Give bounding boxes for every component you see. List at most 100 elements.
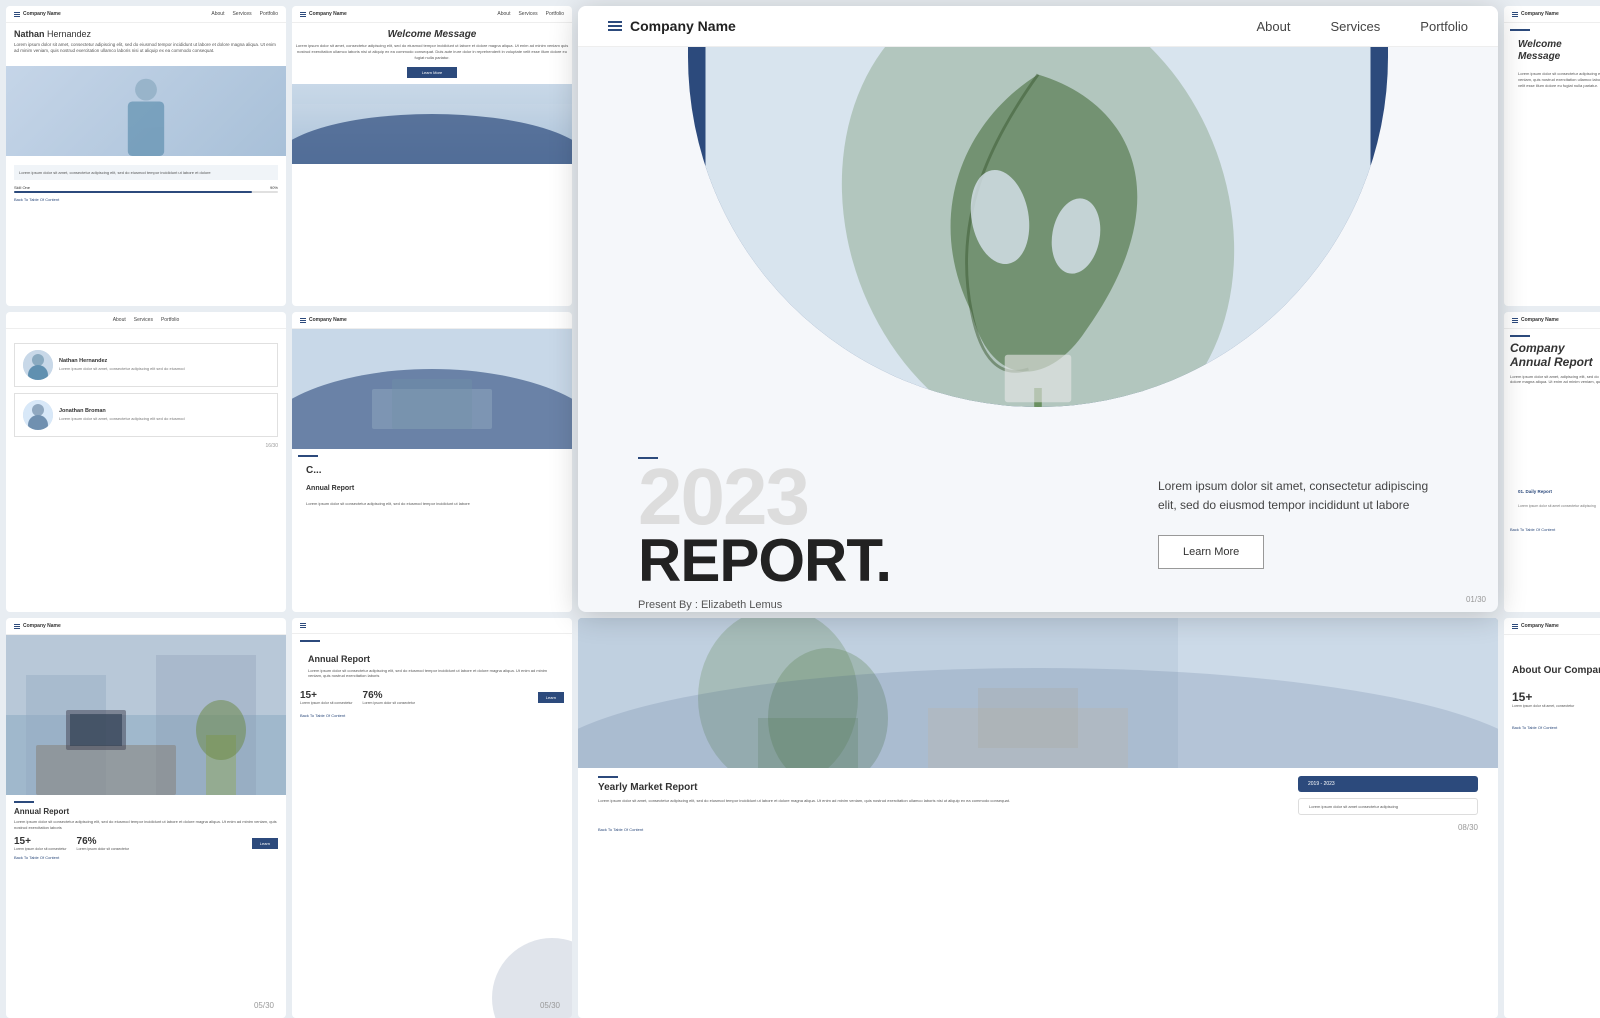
accent-bar-10 [300,640,320,642]
s6-subtitle: Annual Report [306,485,558,493]
logo-1: Company Name [14,11,61,17]
logo-2: Company Name [300,11,347,17]
nav-portfolio-2[interactable]: Portfolio [546,11,564,17]
lorem-section: Lorem ipsum dolor sit amet, consectetur … [6,161,286,207]
stat-block-1-12: 15+ Lorem ipsum dolor sit amet, consecte… [1512,690,1600,709]
bar [1512,14,1518,15]
stat-num-1-9: 15+ [14,836,67,847]
bar [300,12,306,13]
about-title-12: About Our Company [1504,635,1600,682]
nav-services-5[interactable]: Services [134,317,153,323]
s6-content: C... Annual Report Lorem ipsum dolor sit… [292,449,572,518]
year-badge-11: 2019 - 2023 [1298,776,1478,792]
bar [300,320,306,321]
s7-layout: Company Annual Report Lorem ipsum dolor … [1504,329,1600,481]
s3-content: Welcome Message Lorem ipsum dolor sit co… [1504,23,1600,100]
stats-row-12: 15+ Lorem ipsum dolor sit amet, consecte… [1504,682,1600,717]
logo-7: Company Name [1512,317,1559,323]
back-link-1[interactable]: Back To Table Of Content [14,197,278,202]
bar [300,322,306,323]
card-nav-1: Company Name About Services Portfolio [6,6,286,23]
logo-6: Company Name [300,317,347,323]
company-name-1: Company Name [23,11,61,17]
nav-services-2[interactable]: Services [518,11,537,17]
nav-about-5[interactable]: About [113,317,126,323]
bar [14,626,20,627]
s6-title: C... [306,465,558,477]
main-logo: Company Name [608,18,736,34]
main-content-area: 2023 REPORT. Present By : Elizabeth Lemu… [578,427,1498,611]
s9-content: Annual Report Lorem ipsum dolor sit cons… [6,795,286,866]
accent-bar-6 [298,455,318,457]
main-company-name: Company Name [630,18,736,34]
presenter-name: Present By : Elizabeth Lemus [638,599,1118,611]
bar [14,16,20,17]
nav-services-1[interactable]: Services [232,11,251,17]
bar [14,624,20,625]
bar [1512,320,1518,321]
back-link-10[interactable]: Back To Table Of Content [292,709,572,722]
bar [1512,626,1518,627]
year-display: 2023 [638,463,1118,531]
logo-10 [300,623,306,628]
slide-yearly-market: Yearly Market Report Lorem ipsum dolor s… [578,618,1498,1018]
card-nav-9: Company Name [6,618,286,635]
learn-btn-10[interactable]: Learn [538,692,564,703]
page-num-9: 05/30 [254,1001,274,1010]
accent-bar-7 [1510,335,1530,337]
main-left-content: 2023 REPORT. Present By : Elizabeth Lemu… [638,457,1118,611]
back-link-7[interactable]: Back To Table Of Content [1504,527,1600,536]
accent-bar-9 [14,801,34,803]
skill-bar-fill [14,191,252,193]
slide-people: About Services Portfolio Nathan Hernande… [6,312,286,612]
learn-more-main[interactable]: Learn More [1158,535,1264,569]
skill-label: Skill One 90% [14,185,278,190]
nav-about-2[interactable]: About [497,11,510,17]
welcome-title: Welcome Message [292,29,572,40]
s6-body: Lorem ipsum dolor sit consectetur adipis… [306,501,558,507]
person-info-2: Jonathan Broman Lorem ipsum dolor sit am… [59,408,185,422]
annual-title-9: Annual Report [14,807,278,816]
slide-annual-report-2: Annual Report Lorem ipsum dolor sit cons… [292,618,572,1018]
main-nav-about[interactable]: About [1256,19,1290,34]
s7-report-cards: 01. Daily Report Lorem ipsum dolor sit a… [1504,481,1600,523]
nav-portfolio-5[interactable]: Portfolio [161,317,179,323]
person-card-2: Jonathan Broman Lorem ipsum dolor sit am… [14,393,278,437]
s7-text: Company Annual Report Lorem ipsum dolor … [1504,329,1600,481]
card-nav-7: Company Name [1504,312,1600,329]
bar [300,625,306,626]
back-link-9[interactable]: Back To Table Of Content [14,855,278,860]
bar [1512,16,1518,17]
back-link-12[interactable]: Back To Table Of Content [1504,721,1600,734]
main-grid: Company Name About Services Portfolio Na… [0,0,1600,1000]
bar [1512,12,1518,13]
menu-icon-12 [1512,624,1518,629]
back-link-11[interactable]: Back To Table Of Content [598,827,643,832]
stat-1-9: 15+ Lorem ipsum dolor sit consectetur [14,836,67,851]
learn-more-button-2[interactable]: Learn More [407,67,457,78]
learn-btn-9[interactable]: Learn [252,838,278,849]
main-nav-portfolio[interactable]: Portfolio [1420,19,1468,34]
bar [608,25,622,27]
person-image [6,66,286,156]
company-name-7: Company Name [1521,317,1559,323]
nav-about-1[interactable]: About [211,11,224,17]
office-img-11 [578,618,1498,768]
bar [608,29,622,31]
menu-icon-7 [1512,318,1518,323]
card-nav-10 [292,618,572,634]
nav-portfolio-1[interactable]: Portfolio [260,11,278,17]
bar [300,14,306,15]
hero-image-2 [292,84,572,164]
main-nav-services[interactable]: Services [1330,19,1380,34]
card-nav-6: Company Name [292,312,572,329]
menu-icon-10 [300,623,306,628]
logo-3: Company Name [1512,11,1559,17]
company-name-6: Company Name [309,317,347,323]
bar [300,627,306,628]
welcome-body: Lorem ipsum dolor sit amet, consectetur … [292,43,572,61]
menu-icon-1 [14,12,20,17]
s10-content: Annual Report Lorem ipsum dolor sit cons… [292,634,572,690]
stat-num-1-10: 15+ [300,690,353,701]
card-nav-2: Company Name About Services Portfolio [292,6,572,23]
